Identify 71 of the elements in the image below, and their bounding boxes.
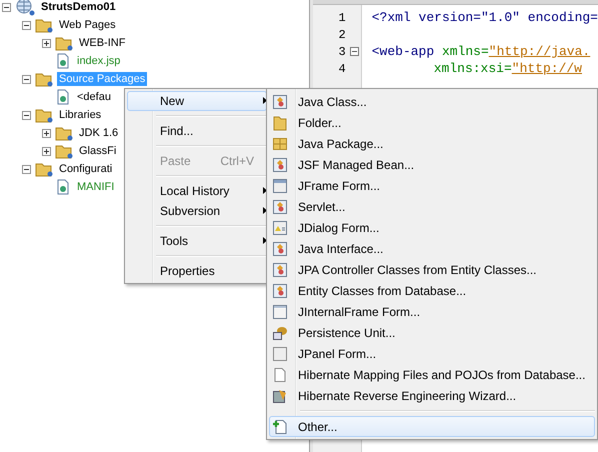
line-number: 3 [338, 44, 346, 58]
menu-item[interactable]: Hibernate Mapping Files and POJOs from Database... [269, 364, 595, 385]
file-icon [55, 53, 71, 69]
collapse-icon[interactable] [2, 2, 11, 12]
menu-item[interactable]: Java Package... [269, 133, 595, 154]
file-icon [55, 89, 71, 105]
class-icon [272, 282, 288, 298]
menu-item[interactable]: Java Interface... [269, 238, 595, 259]
menu-item[interactable]: Find... [127, 121, 267, 141]
tree-item[interactable]: <defau [75, 90, 113, 104]
menu-item[interactable]: Folder... [269, 112, 595, 133]
tree-item[interactable]: index.jsp [75, 54, 122, 68]
folder-icon [35, 71, 53, 87]
menu-item[interactable]: Persistence Unit... [269, 322, 595, 343]
menu-item[interactable]: Hibernate Reverse Engineering Wizard... [269, 385, 595, 406]
menu-item[interactable]: Entity Classes from Database... [269, 280, 595, 301]
tree-item[interactable]: JDK 1.6 [77, 126, 120, 140]
line-number: 2 [338, 28, 346, 42]
menu-item[interactable]: Servlet... [269, 196, 595, 217]
tree-item[interactable]: WEB-INF [77, 36, 128, 50]
class-icon [272, 262, 288, 278]
tree-item[interactable]: StrutsDemo01 [39, 0, 118, 14]
expand-icon[interactable] [42, 146, 51, 156]
collapse-icon[interactable] [22, 110, 31, 120]
collapse-icon[interactable] [22, 20, 31, 30]
collapse-icon[interactable] [22, 164, 31, 174]
tree-item[interactable]: GlassFi [77, 144, 118, 158]
document-icon [272, 366, 288, 382]
package-icon [272, 136, 288, 152]
menu-item[interactable]: New [127, 91, 267, 111]
panel-icon [272, 346, 288, 362]
tree-item[interactable]: Libraries [57, 108, 104, 122]
menu-item[interactable]: Subversion [127, 201, 267, 221]
class-icon [272, 94, 288, 110]
new-file-icon [272, 418, 288, 434]
menu-item[interactable]: JSF Managed Bean... [269, 154, 595, 175]
tree-item[interactable]: MANIFI [75, 180, 116, 194]
code-line: <?xml version="1.0" encoding= [372, 9, 598, 26]
menu-item[interactable]: Other... [269, 416, 595, 437]
file-icon [55, 179, 71, 195]
tree-item[interactable]: Web Pages [57, 18, 118, 32]
folder-icon [272, 114, 288, 130]
menu-item[interactable]: Local History [127, 181, 267, 201]
collapse-icon[interactable] [22, 74, 31, 84]
folder-icon [55, 125, 73, 141]
folder-icon [55, 143, 73, 159]
expand-icon[interactable] [42, 38, 51, 48]
menu-item[interactable]: Java Class... [269, 91, 595, 112]
folder-icon [35, 107, 53, 123]
line-number: 1 [338, 10, 346, 24]
menu-item[interactable]: Tools [127, 231, 267, 251]
dialog-icon [272, 220, 288, 236]
folder-icon [55, 35, 73, 51]
expand-icon[interactable] [42, 128, 51, 138]
menu-item[interactable]: JPanel Form... [269, 343, 595, 364]
menu-item[interactable]: JPA Controller Classes from Entity Classes... [269, 259, 595, 280]
menu-item[interactable]: JDialog Form... [269, 217, 595, 238]
folder-icon [35, 161, 53, 177]
code-line: <web-app xmlns="http://java. [372, 43, 592, 60]
code-line: xmlns:xsi="http://w [432, 60, 583, 77]
database-icon [272, 324, 288, 340]
fold-icon[interactable] [350, 47, 359, 56]
menu-item[interactable]: JInternalFrame Form... [269, 301, 595, 322]
line-number: 4 [338, 62, 346, 76]
window-icon [272, 304, 288, 320]
folder-icon [35, 17, 53, 33]
globe-icon [15, 0, 35, 16]
menu-item[interactable]: JFrame Form... [269, 175, 595, 196]
tree-item[interactable]: Configurati [57, 162, 114, 176]
menu-item[interactable]: Properties [127, 261, 267, 281]
window-icon [272, 178, 288, 194]
